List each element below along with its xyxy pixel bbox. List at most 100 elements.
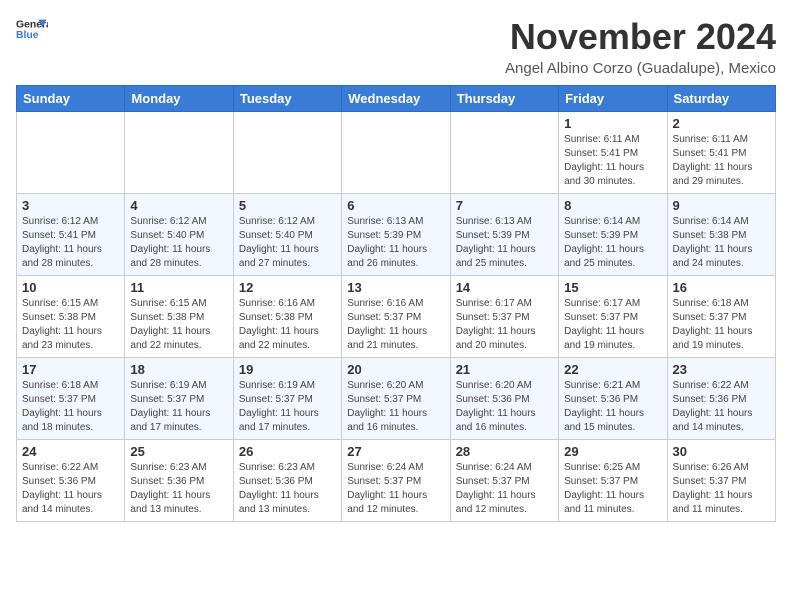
day-number: 7 <box>456 198 553 213</box>
day-number: 14 <box>456 280 553 295</box>
calendar-cell: 13 Sunrise: 6:16 AMSunset: 5:37 PMDayligh… <box>342 276 450 358</box>
day-number: 19 <box>239 362 336 377</box>
calendar-cell: 7 Sunrise: 6:13 AMSunset: 5:39 PMDaylight… <box>450 194 558 276</box>
day-info: Sunrise: 6:18 AMSunset: 5:37 PMDaylight:… <box>673 297 770 353</box>
calendar-cell: 3Sunrise: 6:12 AMSunset: 5:41 PMDaylight… <box>17 194 125 276</box>
calendar-week-3: 10 Sunrise: 6:15 AMSunset: 5:38 PMDayligh… <box>17 276 776 358</box>
day-info: Sunrise: 6:17 AMSunset: 5:37 PMDaylight:… <box>456 297 553 353</box>
day-number: 13 <box>347 280 444 295</box>
day-info: Sunrise: 6:26 AMSunset: 5:37 PMDaylight:… <box>673 461 770 517</box>
logo-icon: General Blue <box>16 16 48 44</box>
day-number: 9 <box>673 198 770 213</box>
weekday-header-saturday: Saturday <box>667 86 775 112</box>
day-info: Sunrise: 6:13 AMSunset: 5:39 PMDaylight:… <box>456 215 553 271</box>
day-number: 29 <box>564 444 661 459</box>
day-info: Sunrise: 6:14 AMSunset: 5:39 PMDaylight:… <box>564 215 661 271</box>
day-info: Sunrise: 6:12 AMSunset: 5:40 PMDaylight:… <box>130 215 227 271</box>
day-info: Sunrise: 6:11 AMSunset: 5:41 PMDaylight:… <box>673 133 770 189</box>
calendar-week-4: 17 Sunrise: 6:18 AMSunset: 5:37 PMDayligh… <box>17 358 776 440</box>
day-number: 24 <box>22 444 119 459</box>
day-number: 28 <box>456 444 553 459</box>
day-info: Sunrise: 6:19 AMSunset: 5:37 PMDaylight:… <box>130 379 227 435</box>
calendar-week-2: 3Sunrise: 6:12 AMSunset: 5:41 PMDaylight… <box>17 194 776 276</box>
day-number: 26 <box>239 444 336 459</box>
title-block: November 2024 Angel Albino Corzo (Guadal… <box>505 16 776 77</box>
calendar-cell: 19 Sunrise: 6:19 AMSunset: 5:37 PMDayligh… <box>233 358 341 440</box>
weekday-header-tuesday: Tuesday <box>233 86 341 112</box>
calendar-cell: 22Sunrise: 6:21 AMSunset: 5:36 PMDayligh… <box>559 358 667 440</box>
calendar-week-1: 1 Sunrise: 6:11 AMSunset: 5:41 PMDaylight… <box>17 112 776 194</box>
calendar-table: SundayMondayTuesdayWednesdayThursdayFrid… <box>16 85 776 522</box>
location-title: Angel Albino Corzo (Guadalupe), Mexico <box>505 60 776 77</box>
calendar-week-5: 24Sunrise: 6:22 AMSunset: 5:36 PMDayligh… <box>17 440 776 522</box>
calendar-cell: 18 Sunrise: 6:19 AMSunset: 5:37 PMDayligh… <box>125 358 233 440</box>
calendar-cell: 1 Sunrise: 6:11 AMSunset: 5:41 PMDaylight… <box>559 112 667 194</box>
calendar-cell <box>17 112 125 194</box>
day-number: 27 <box>347 444 444 459</box>
svg-text:Blue: Blue <box>16 30 39 41</box>
day-info: Sunrise: 6:24 AMSunset: 5:37 PMDaylight:… <box>347 461 444 517</box>
day-number: 1 <box>564 116 661 131</box>
weekday-header-monday: Monday <box>125 86 233 112</box>
calendar-cell: 5Sunrise: 6:12 AMSunset: 5:40 PMDaylight… <box>233 194 341 276</box>
day-number: 12 <box>239 280 336 295</box>
day-number: 18 <box>130 362 227 377</box>
day-info: Sunrise: 6:16 AMSunset: 5:38 PMDaylight:… <box>239 297 336 353</box>
day-number: 8 <box>564 198 661 213</box>
calendar-cell: 27 Sunrise: 6:24 AMSunset: 5:37 PMDayligh… <box>342 440 450 522</box>
logo: General Blue <box>16 16 48 44</box>
day-number: 22 <box>564 362 661 377</box>
calendar-cell: 30 Sunrise: 6:26 AMSunset: 5:37 PMDayligh… <box>667 440 775 522</box>
calendar-cell: 20Sunrise: 6:20 AMSunset: 5:37 PMDayligh… <box>342 358 450 440</box>
calendar-cell: 11Sunrise: 6:15 AMSunset: 5:38 PMDayligh… <box>125 276 233 358</box>
calendar-cell: 4 Sunrise: 6:12 AMSunset: 5:40 PMDaylight… <box>125 194 233 276</box>
day-info: Sunrise: 6:19 AMSunset: 5:37 PMDaylight:… <box>239 379 336 435</box>
month-title: November 2024 <box>505 16 776 58</box>
day-number: 6 <box>347 198 444 213</box>
day-number: 3 <box>22 198 119 213</box>
calendar-cell: 15 Sunrise: 6:17 AMSunset: 5:37 PMDayligh… <box>559 276 667 358</box>
calendar-cell: 21Sunrise: 6:20 AMSunset: 5:36 PMDayligh… <box>450 358 558 440</box>
calendar-cell: 10 Sunrise: 6:15 AMSunset: 5:38 PMDayligh… <box>17 276 125 358</box>
weekday-header-friday: Friday <box>559 86 667 112</box>
calendar-cell: 9 Sunrise: 6:14 AMSunset: 5:38 PMDaylight… <box>667 194 775 276</box>
day-info: Sunrise: 6:11 AMSunset: 5:41 PMDaylight:… <box>564 133 661 189</box>
day-info: Sunrise: 6:25 AMSunset: 5:37 PMDaylight:… <box>564 461 661 517</box>
calendar-cell <box>342 112 450 194</box>
day-info: Sunrise: 6:12 AMSunset: 5:40 PMDaylight:… <box>239 215 336 271</box>
calendar-cell: 23Sunrise: 6:22 AMSunset: 5:36 PMDayligh… <box>667 358 775 440</box>
day-info: Sunrise: 6:13 AMSunset: 5:39 PMDaylight:… <box>347 215 444 271</box>
calendar-cell: 26 Sunrise: 6:23 AMSunset: 5:36 PMDayligh… <box>233 440 341 522</box>
calendar-cell: 29 Sunrise: 6:25 AMSunset: 5:37 PMDayligh… <box>559 440 667 522</box>
weekday-header-sunday: Sunday <box>17 86 125 112</box>
calendar-cell: 24Sunrise: 6:22 AMSunset: 5:36 PMDayligh… <box>17 440 125 522</box>
calendar-cell <box>125 112 233 194</box>
calendar-cell <box>450 112 558 194</box>
calendar-cell: 12 Sunrise: 6:16 AMSunset: 5:38 PMDayligh… <box>233 276 341 358</box>
day-number: 30 <box>673 444 770 459</box>
day-number: 17 <box>22 362 119 377</box>
weekday-header-wednesday: Wednesday <box>342 86 450 112</box>
calendar-cell: 25Sunrise: 6:23 AMSunset: 5:36 PMDayligh… <box>125 440 233 522</box>
calendar-cell: 6 Sunrise: 6:13 AMSunset: 5:39 PMDaylight… <box>342 194 450 276</box>
calendar-cell: 14 Sunrise: 6:17 AMSunset: 5:37 PMDayligh… <box>450 276 558 358</box>
day-number: 11 <box>130 280 227 295</box>
day-number: 15 <box>564 280 661 295</box>
day-number: 2 <box>673 116 770 131</box>
day-info: Sunrise: 6:16 AMSunset: 5:37 PMDaylight:… <box>347 297 444 353</box>
day-number: 10 <box>22 280 119 295</box>
day-number: 4 <box>130 198 227 213</box>
day-info: Sunrise: 6:15 AMSunset: 5:38 PMDaylight:… <box>22 297 119 353</box>
day-number: 23 <box>673 362 770 377</box>
calendar-cell: 16 Sunrise: 6:18 AMSunset: 5:37 PMDayligh… <box>667 276 775 358</box>
day-info: Sunrise: 6:17 AMSunset: 5:37 PMDaylight:… <box>564 297 661 353</box>
day-number: 21 <box>456 362 553 377</box>
calendar-cell: 2 Sunrise: 6:11 AMSunset: 5:41 PMDaylight… <box>667 112 775 194</box>
weekday-header-row: SundayMondayTuesdayWednesdayThursdayFrid… <box>17 86 776 112</box>
day-number: 16 <box>673 280 770 295</box>
calendar-body: 1 Sunrise: 6:11 AMSunset: 5:41 PMDaylight… <box>17 112 776 522</box>
day-info: Sunrise: 6:23 AMSunset: 5:36 PMDaylight:… <box>239 461 336 517</box>
day-info: Sunrise: 6:20 AMSunset: 5:37 PMDaylight:… <box>347 379 444 435</box>
day-info: Sunrise: 6:18 AMSunset: 5:37 PMDaylight:… <box>22 379 119 435</box>
day-info: Sunrise: 6:14 AMSunset: 5:38 PMDaylight:… <box>673 215 770 271</box>
